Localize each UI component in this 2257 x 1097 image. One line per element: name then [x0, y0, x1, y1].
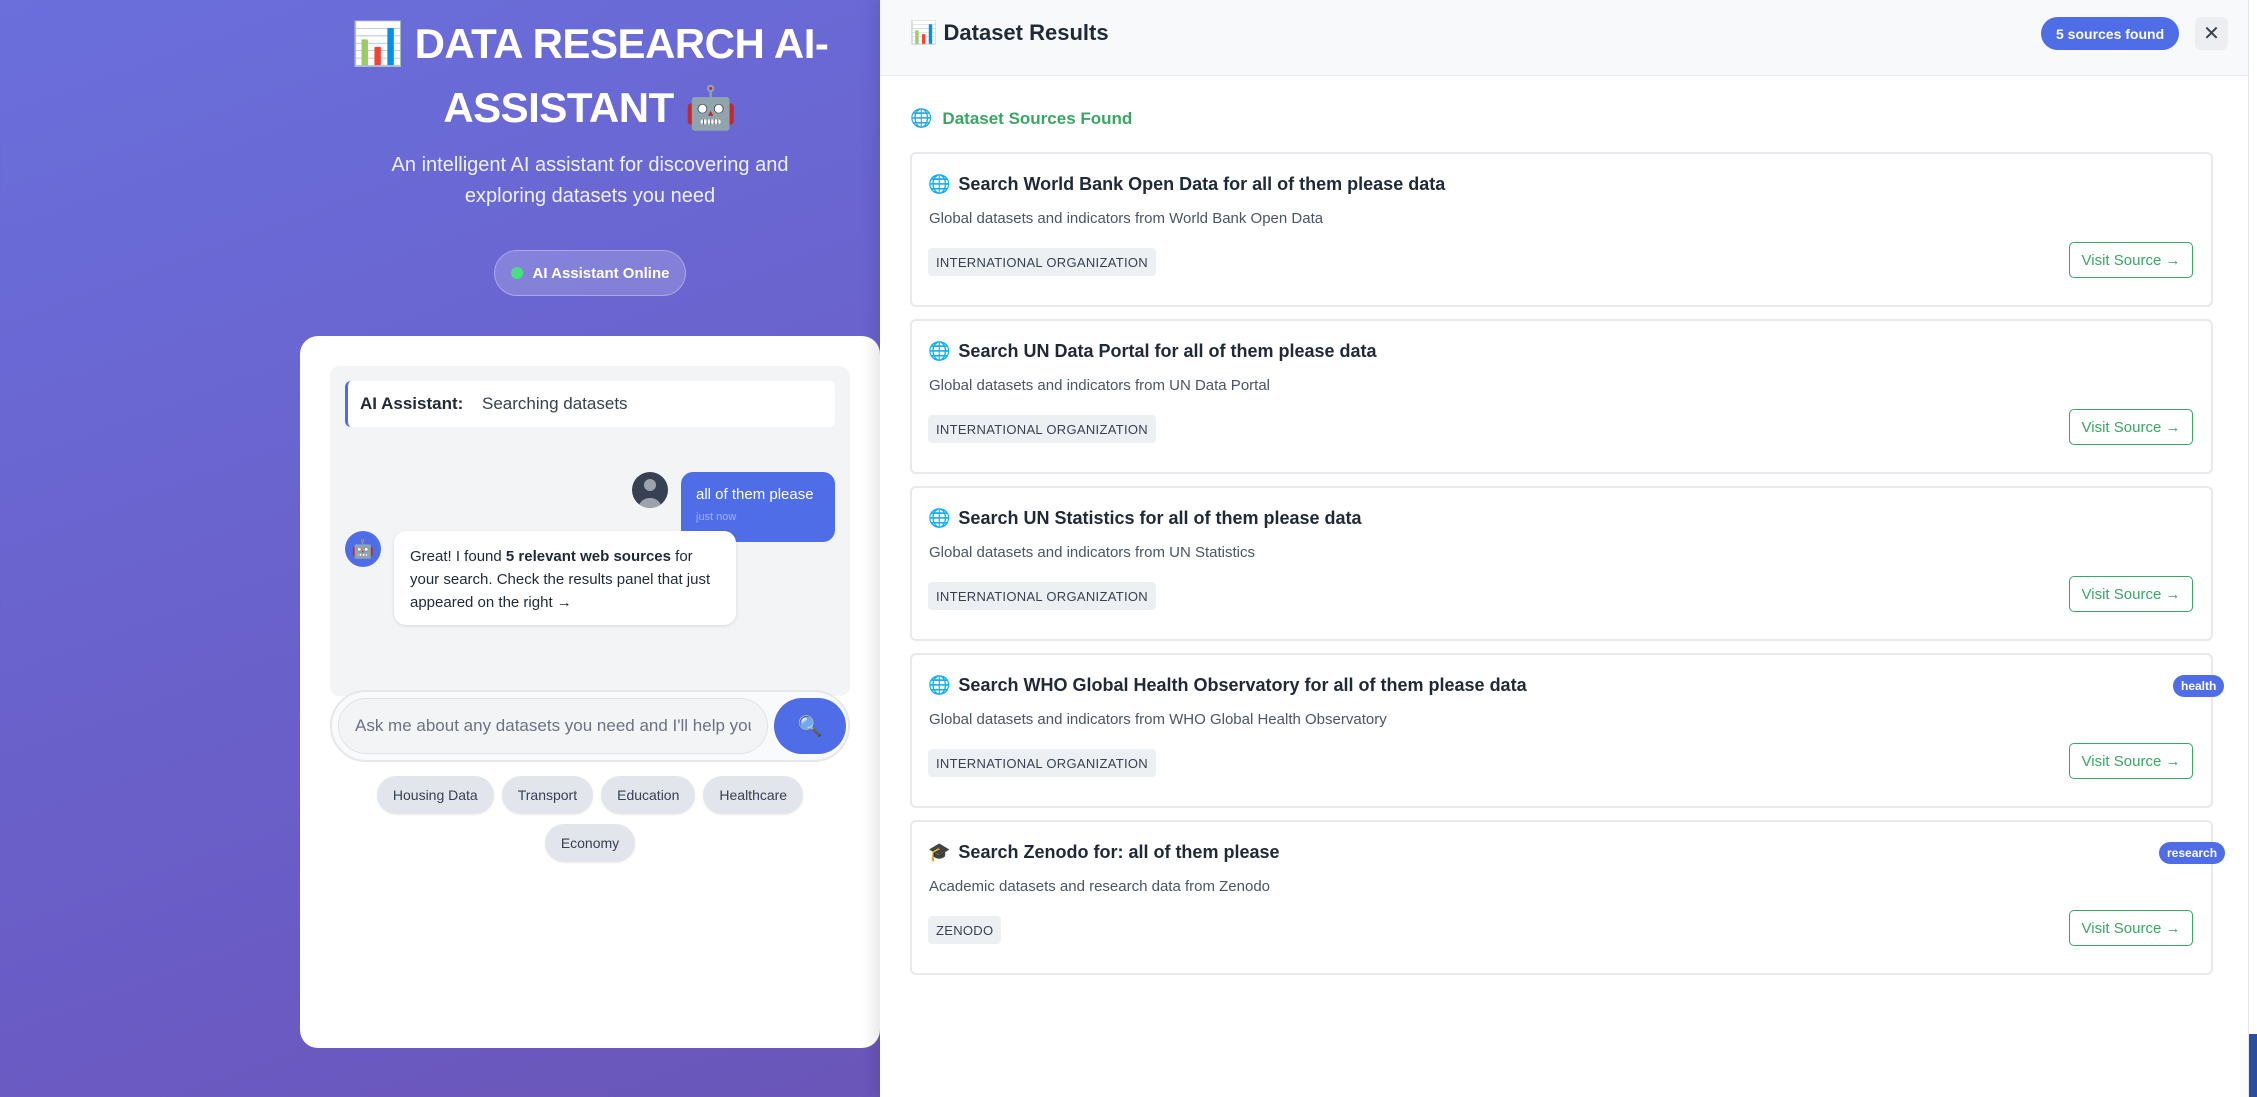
globe-icon: 🌐 [910, 108, 933, 128]
chat-messages[interactable]: AI Assistant: Searching datasets all of … [330, 366, 850, 696]
source-type-tag: INTERNATIONAL ORGANIZATION [928, 248, 1156, 276]
quick-tag-housing[interactable]: Housing Data [376, 776, 494, 814]
assistant-status-pill: AI Assistant Online [494, 250, 686, 296]
result-title[interactable]: 🌐 Search World Bank Open Data for all of… [928, 174, 1445, 195]
visit-source-button[interactable]: Visit Source → [2069, 242, 2193, 278]
result-description: Global datasets and indicators from WHO … [929, 711, 1387, 728]
bot-message-highlight: 5 relevant web sources [505, 548, 671, 565]
result-description: Global datasets and indicators from UN D… [929, 377, 1270, 394]
sources-count-badge: 5 sources found [2041, 17, 2180, 50]
online-dot-icon [510, 267, 523, 279]
results-panel: 📊 Dataset Results 5 sources found ✕ 🌐 Da… [880, 0, 2248, 1097]
quick-tag-transport[interactable]: Transport [501, 776, 594, 814]
quick-tag-economy[interactable]: Economy [544, 824, 636, 862]
category-badge-research: research [2159, 842, 2226, 864]
source-type-tag: INTERNATIONAL ORGANIZATION [928, 749, 1156, 777]
results-header: 📊 Dataset Results 5 sources found ✕ [880, 0, 2248, 76]
result-card-un-data: 🌐 Search UN Data Portal for all of them … [910, 319, 2213, 474]
result-title-text: Search UN Data Portal for all of them pl… [958, 341, 1377, 361]
visit-source-button[interactable]: Visit Source → [2069, 743, 2193, 779]
results-title: 📊 Dataset Results [910, 20, 1109, 45]
window-edge-scrollbar[interactable] [2248, 0, 2257, 1097]
assistant-status-bar: AI Assistant: Searching datasets [345, 381, 835, 427]
visit-source-button[interactable]: Visit Source → [2069, 409, 2193, 445]
result-title[interactable]: 🎓 Search Zenodo for: all of them please [928, 842, 1280, 863]
result-card-un-statistics: 🌐 Search UN Statistics for all of them p… [910, 486, 2213, 641]
globe-icon: 🌐 [928, 508, 951, 528]
bot-avatar-icon: 🤖 [345, 531, 381, 567]
result-description: Academic datasets and research data from… [929, 878, 1271, 895]
source-type-tag: INTERNATIONAL ORGANIZATION [928, 582, 1156, 610]
edge-accent [2249, 1034, 2257, 1097]
result-card-zenodo: 🎓 Search Zenodo for: all of them please … [910, 820, 2226, 975]
assistant-status-text: Searching datasets [482, 394, 628, 413]
result-title-text: Search WHO Global Health Observatory for… [958, 675, 1527, 695]
close-icon: ✕ [2203, 23, 2220, 45]
category-badge-health: health [2173, 675, 2225, 697]
globe-icon: 🌐 [928, 675, 951, 695]
close-panel-button[interactable]: ✕ [2195, 17, 2228, 50]
result-description: Global datasets and indicators from Worl… [929, 210, 1324, 227]
result-title-text: Search UN Statistics for all of them ple… [958, 508, 1362, 528]
visit-source-button[interactable]: Visit Source → [2069, 576, 2193, 612]
user-message-text: all of them please [696, 486, 814, 503]
section-heading: 🌐 Dataset Sources Found [910, 108, 1132, 129]
source-type-tag: INTERNATIONAL ORGANIZATION [928, 415, 1156, 443]
search-icon: 🔍 [797, 715, 823, 738]
result-card-world-bank: 🌐 Search World Bank Open Data for all of… [910, 152, 2213, 307]
quick-tags: Housing Data Transport Education Healthc… [330, 776, 850, 862]
page-title: 📊 DATA RESEARCH AI-ASSISTANT 🤖 [351, 20, 829, 131]
graduation-cap-icon: 🎓 [928, 842, 951, 862]
user-message-time: just now [696, 511, 737, 523]
result-title[interactable]: 🌐 Search UN Data Portal for all of them … [928, 341, 1377, 362]
section-title: Dataset Sources Found [942, 108, 1133, 128]
bot-message: Great! I found 5 relevant web sources fo… [394, 531, 736, 625]
search-button[interactable]: 🔍 [774, 698, 846, 754]
result-title[interactable]: 🌐 Search UN Statistics for all of them p… [928, 508, 1362, 529]
result-card-who: 🌐 Search WHO Global Health Observatory f… [910, 653, 2225, 808]
page-subtitle: An intelligent AI assistant for discover… [391, 154, 789, 207]
quick-tag-healthcare[interactable]: Healthcare [703, 776, 804, 814]
globe-icon: 🌐 [928, 341, 951, 361]
assistant-label: AI Assistant: [360, 394, 464, 413]
bot-message-text-1: Great! I found [410, 548, 506, 565]
quick-tag-education[interactable]: Education [601, 776, 696, 814]
visit-source-button[interactable]: Visit Source → [2069, 910, 2193, 946]
user-avatar-icon [632, 472, 668, 508]
chat-card: AI Assistant: Searching datasets all of … [300, 336, 880, 1048]
globe-icon: 🌐 [928, 174, 951, 194]
search-bar: 🔍 [330, 690, 850, 762]
status-label: AI Assistant Online [532, 264, 670, 282]
search-input[interactable] [338, 698, 768, 754]
result-title-text: Search World Bank Open Data for all of t… [958, 174, 1446, 194]
result-description: Global datasets and indicators from UN S… [929, 544, 1255, 561]
hero-section: 📊 DATA RESEARCH AI-ASSISTANT 🤖 An intell… [0, 0, 880, 1097]
result-title[interactable]: 🌐 Search WHO Global Health Observatory f… [928, 675, 1527, 696]
result-title-text: Search Zenodo for: all of them please [958, 842, 1280, 862]
source-type-tag: ZENODO [928, 916, 1002, 944]
